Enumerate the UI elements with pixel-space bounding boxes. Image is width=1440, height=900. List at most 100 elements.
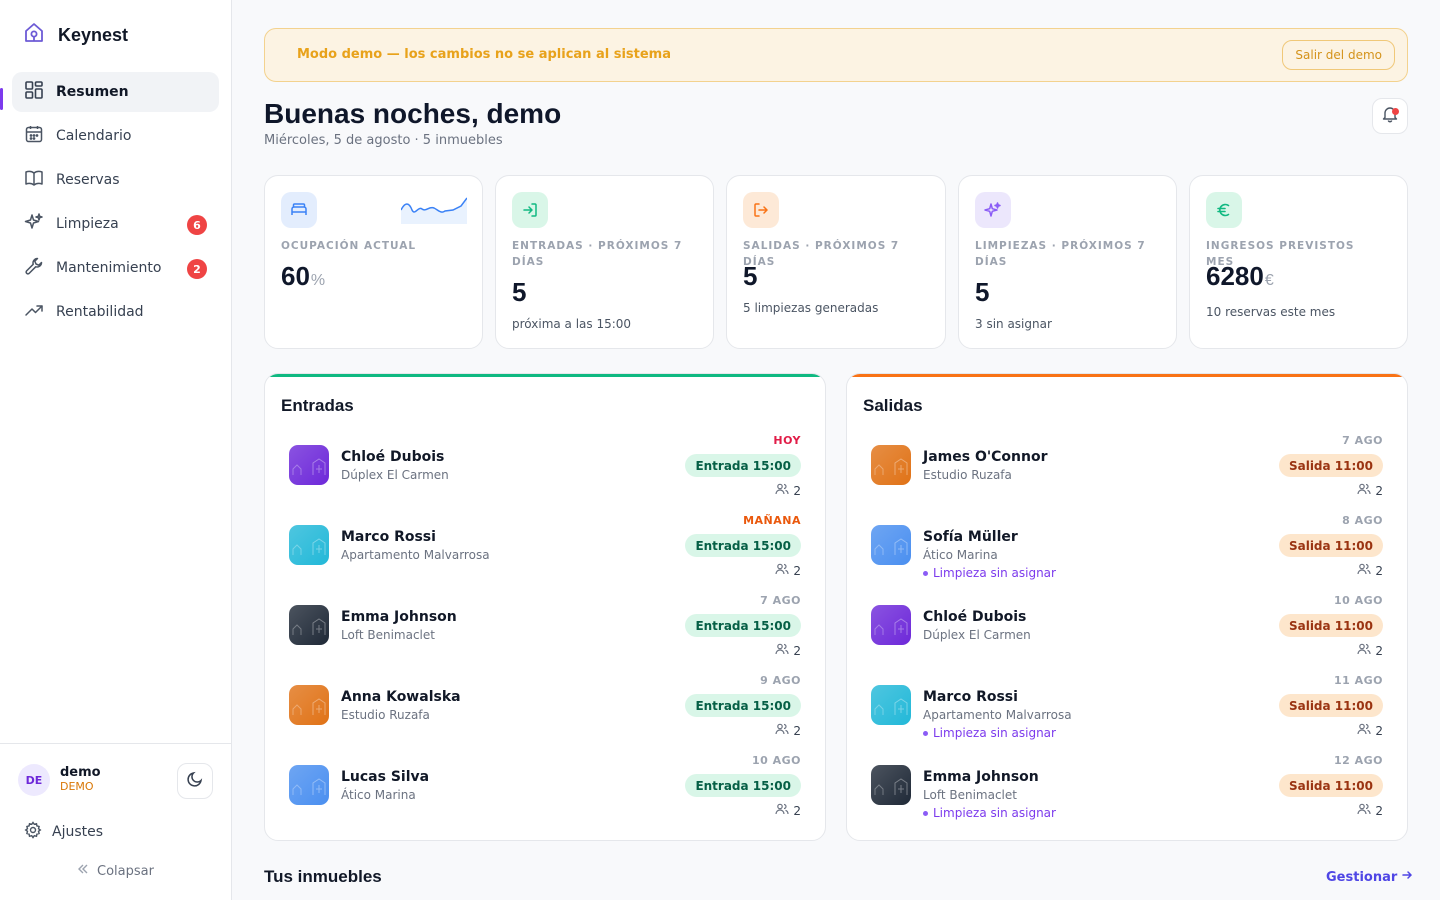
guest-count-value: 2 [1375,483,1383,498]
property-thumbnail [871,765,911,805]
manage-properties-link[interactable]: Gestionar [1326,869,1413,885]
kpi-sub: próxima a las 15:00 [512,317,632,331]
kpi-label: LIMPIEZAS · PRÓXIMOS 7 DÍAS [975,240,1146,268]
users-icon [775,722,789,739]
sidebar-item-reservas[interactable]: Reservas [12,160,219,200]
theme-toggle-button[interactable] [177,763,213,799]
properties-section-title: Tus inmuebles [264,867,382,886]
kpi-card-departures[interactable]: SALIDAS · PRÓXIMOS 7 DÍAS 5 5 limpiezas … [726,175,946,349]
guest-count: 2 [775,562,801,579]
departure-row[interactable]: Chloé Dubois Dúplex El Carmen 10 AGO Salida… [871,594,1383,674]
sidebar-item-calendario[interactable]: Calendario [12,116,219,156]
kpi-card-cleanings[interactable]: LIMPIEZAS · PRÓXIMOS 7 DÍAS 5 3 sin asig… [958,175,1177,349]
guest-name: Anna Kowalska [341,689,461,705]
sidebar-item-label: Limpieza [56,216,119,232]
kpi-card-arrivals[interactable]: ENTRADAS · PRÓXIMOS 7 DÍAS 5 próxima a l… [495,175,714,349]
property-thumbnail [289,525,329,565]
arrival-row[interactable]: Marco Rossi Apartamento Malvarrosa MAÑANA E… [289,514,801,594]
guest-count: 2 [1357,722,1383,739]
property-name: Dúplex El Carmen [341,468,449,482]
arrivals-title: Entradas [281,396,354,415]
property-name: Estudio Ruzafa [923,468,1012,482]
property-thumbnail [289,685,329,725]
arrival-row[interactable]: Anna Kowalska Estudio Ruzafa 9 AGO Entrada … [289,674,801,754]
sidebar-item-resumen[interactable]: Resumen [0,72,219,112]
collapse-label: Colapsar [97,863,154,879]
dashboard-icon [24,80,44,104]
app-name: Keynest [58,24,129,45]
guest-name: Chloé Dubois [923,609,1027,625]
arrow-right-icon [1401,869,1413,885]
guest-count-value: 2 [1375,563,1383,578]
guest-count: 2 [775,482,801,499]
wrench-icon [24,256,44,280]
property-thumbnail [871,605,911,645]
log-out-icon [743,192,779,228]
sidebar-item-mantenimiento[interactable]: Mantenimiento 2 [12,248,219,288]
kpi-unit: € [1264,272,1274,289]
kpi-value: 5 [975,277,990,307]
property-name: Loft Benimaclet [923,788,1017,802]
settings-label: Ajustes [52,824,104,840]
guest-count: 2 [1357,482,1383,499]
sidebar-footer: DE demo DEMO Ajustes Colapsar [0,743,231,900]
kpi-value: 6280€ [1206,261,1274,291]
guest-count: 2 [775,642,801,659]
date-label: 10 AGO [1333,594,1383,607]
notification-dot [1392,108,1399,115]
checkout-time-badge: Salida 11:00 [1278,614,1383,637]
bed-icon [281,192,317,228]
property-name: Loft Benimaclet [341,628,435,642]
guest-count-value: 2 [1375,803,1383,818]
users-icon [1357,722,1371,739]
collapse-sidebar-button[interactable]: Colapsar [0,863,231,879]
kpi-label: SALIDAS · PRÓXIMOS 7 DÍAS [743,240,900,268]
euro-icon [1206,192,1242,228]
date-label: 9 AGO [760,674,801,687]
limpieza-count-badge: 6 [187,215,207,235]
notifications-button[interactable] [1372,98,1408,134]
departure-row[interactable]: James O'Connor Estudio Ruzafa 7 AGO Salida … [871,434,1383,514]
guest-count: 2 [1357,642,1383,659]
user-role: DEMO [60,780,94,793]
cleaning-warning: Limpieza sin asignar [923,566,1056,580]
date-label: HOY [773,434,801,447]
sparkles-icon [24,212,44,236]
occupancy-sparkline [401,197,467,224]
settings-link[interactable]: Ajustes [24,821,103,843]
sidebar-item-label: Resumen [56,84,129,100]
sidebar-item-label: Reservas [56,172,120,188]
guest-count-value: 2 [1375,723,1383,738]
property-name: Estudio Ruzafa [341,708,430,722]
cleaning-warning: Limpieza sin asignar [923,726,1056,740]
users-icon [1357,482,1371,499]
exit-demo-button[interactable]: Salir del demo [1282,40,1395,70]
user-profile[interactable]: DE demo DEMO [18,764,101,796]
sidebar-item-rentabilidad[interactable]: Rentabilidad [12,292,219,332]
departure-row[interactable]: Emma Johnson Loft Benimaclet Limpieza sin … [871,754,1383,834]
departure-row[interactable]: Marco Rossi Apartamento Malvarrosa Limpiez… [871,674,1383,754]
demo-banner-text: Modo demo — los cambios no se aplican al… [297,47,671,62]
property-name: Ático Marina [341,788,416,802]
kpi-unit: % [310,272,326,289]
sidebar-item-limpieza[interactable]: Limpieza 6 [12,204,219,244]
guest-count: 2 [1357,562,1383,579]
departure-row[interactable]: Sofía Müller Ático Marina Limpieza sin asi… [871,514,1383,594]
arrival-row[interactable]: Chloé Dubois Dúplex El Carmen HOY Entrada 1… [289,434,801,514]
kpi-card-revenue[interactable]: INGRESOS PREVISTOS MES 6280€ 10 reservas… [1189,175,1408,349]
property-name: Apartamento Malvarrosa [341,548,490,562]
kpi-card-occupancy[interactable]: OCUPACIÓN ACTUAL 60% [264,175,483,349]
kpi-label: ENTRADAS · PRÓXIMOS 7 DÍAS [512,240,683,268]
guest-count-value: 2 [1375,643,1383,658]
arrival-row[interactable]: Lucas Silva Ático Marina 10 AGO Entrada 15:… [289,754,801,834]
guest-name: Emma Johnson [341,609,457,625]
guest-name: Marco Rossi [341,529,436,545]
sidebar: Keynest Resumen Calendario Reservas Limp… [0,0,232,900]
date-label: 12 AGO [1333,754,1383,767]
users-icon [775,642,789,659]
sidebar-nav: Resumen Calendario Reservas Limpieza 6 M… [0,72,219,336]
users-icon [1357,562,1371,579]
arrival-row[interactable]: Emma Johnson Loft Benimaclet 7 AGO Entrada … [289,594,801,674]
brand[interactable]: Keynest [24,22,128,48]
guest-count: 2 [775,722,801,739]
